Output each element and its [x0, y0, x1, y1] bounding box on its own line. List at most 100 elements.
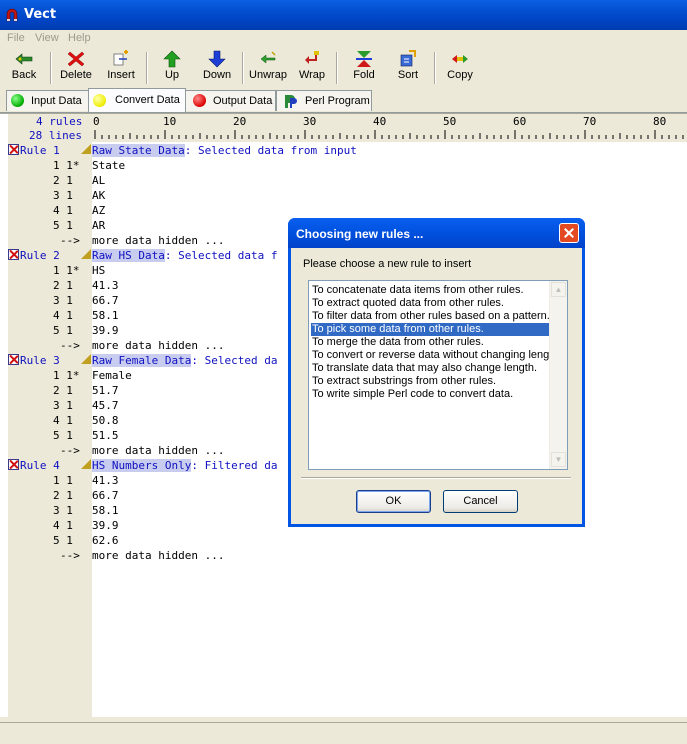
- rule-fold-triangle-icon[interactable]: [81, 459, 91, 469]
- row-value[interactable]: 39.9: [92, 323, 119, 338]
- delete-rule-icon[interactable]: [8, 459, 19, 470]
- rule-fold-triangle-icon[interactable]: [81, 354, 91, 364]
- ruler-label: 10: [163, 115, 176, 128]
- ruler-label: 30: [303, 115, 316, 128]
- rule-label: Rule 3: [20, 354, 60, 367]
- rule-option[interactable]: To pick some data from other rules.: [311, 323, 550, 336]
- toolbar-separator: [50, 52, 52, 84]
- rule-description: : Filtered da: [191, 459, 278, 472]
- row-number: 3 1: [53, 189, 73, 202]
- tab-convert-data[interactable]: Convert Data: [88, 88, 186, 112]
- down-button[interactable]: Down: [200, 50, 234, 86]
- row-number: 5 1: [53, 534, 73, 547]
- rule-fold-triangle-icon[interactable]: [81, 249, 91, 259]
- tab-output-data[interactable]: Output Data: [184, 90, 276, 111]
- ruler-label: 50: [443, 115, 456, 128]
- rule-option[interactable]: To write simple Perl code to convert dat…: [311, 388, 550, 401]
- more-data-hidden[interactable]: more data hidden ...: [92, 338, 224, 353]
- delete-rule-icon[interactable]: [8, 144, 19, 155]
- row-value[interactable]: Female: [92, 368, 132, 383]
- copy-button[interactable]: Copy: [444, 50, 476, 86]
- row-value[interactable]: 50.8: [92, 413, 119, 428]
- rule-label: Rule 4: [20, 459, 60, 472]
- more-data-hidden[interactable]: more data hidden ...: [92, 548, 224, 563]
- menu-view[interactable]: View: [35, 32, 59, 44]
- rule-header[interactable]: Raw HS Data: Selected data f: [92, 248, 277, 263]
- tab-strip: Input Data Convert Data Output Data Perl…: [0, 88, 687, 113]
- sort-icon: [400, 50, 416, 67]
- delete-button[interactable]: Delete: [58, 50, 94, 86]
- insert-button[interactable]: Insert: [104, 50, 138, 86]
- tab-perl-program[interactable]: Perl Program: [276, 90, 372, 111]
- ruler-label: 80: [653, 115, 666, 128]
- row-value[interactable]: 41.3: [92, 473, 119, 488]
- ok-button[interactable]: OK: [356, 490, 431, 513]
- row-value[interactable]: HS: [92, 263, 105, 278]
- menu-help[interactable]: Help: [68, 32, 91, 44]
- row-value[interactable]: 51.7: [92, 383, 119, 398]
- rule-header[interactable]: HS Numbers Only: Filtered da: [92, 458, 277, 473]
- row-value[interactable]: AZ: [92, 203, 105, 218]
- rule-option[interactable]: To merge the data from other rules.: [311, 336, 550, 349]
- row-value[interactable]: 66.7: [92, 488, 119, 503]
- row-number: 4 1: [53, 519, 73, 532]
- delete-rule-icon[interactable]: [8, 249, 19, 260]
- rule-fold-triangle-icon[interactable]: [81, 144, 91, 154]
- row-value[interactable]: 41.3: [92, 278, 119, 293]
- row-value[interactable]: AK: [92, 188, 105, 203]
- rule-option[interactable]: To convert or reverse data without chang…: [311, 349, 550, 362]
- ruler-label: 60: [513, 115, 526, 128]
- row-value[interactable]: 45.7: [92, 398, 119, 413]
- dialog-body: Please choose a new rule to insert To co…: [291, 248, 582, 524]
- rule-header[interactable]: Raw State Data: Selected data from input: [92, 143, 357, 158]
- row-value[interactable]: 58.1: [92, 503, 119, 518]
- rule-option[interactable]: To concatenate data items from other rul…: [311, 284, 550, 297]
- cancel-button[interactable]: Cancel: [443, 490, 518, 513]
- back-button[interactable]: Back: [8, 50, 40, 86]
- row-value[interactable]: 39.9: [92, 518, 119, 533]
- more-arrow: -->: [60, 234, 80, 247]
- more-data-hidden[interactable]: more data hidden ...: [92, 233, 224, 248]
- rule-label: Rule 1: [20, 144, 60, 157]
- row-value[interactable]: 62.6: [92, 533, 119, 548]
- rule-type-list[interactable]: To concatenate data items from other rul…: [308, 280, 568, 470]
- rule-option[interactable]: To filter data from other rules based on…: [311, 310, 550, 323]
- close-icon[interactable]: [559, 223, 579, 243]
- rule-description: : Selected da: [191, 354, 278, 367]
- menu-bar: File View Help: [0, 30, 687, 48]
- menu-file[interactable]: File: [7, 32, 25, 44]
- row-value[interactable]: 66.7: [92, 293, 119, 308]
- more-data-hidden[interactable]: more data hidden ...: [92, 443, 224, 458]
- row-number: 4 1: [53, 309, 73, 322]
- scroll-up-icon[interactable]: ▲: [551, 282, 566, 297]
- list-scrollbar[interactable]: ▲ ▼: [549, 281, 567, 469]
- delete-rule-icon[interactable]: [8, 354, 19, 365]
- insert-icon: [113, 50, 128, 66]
- rule-option[interactable]: To translate data that may also change l…: [311, 362, 550, 375]
- row-value[interactable]: State: [92, 158, 125, 173]
- rule-header[interactable]: Raw Female Data: Selected da: [92, 353, 277, 368]
- sort-button[interactable]: Sort: [394, 50, 422, 86]
- unwrap-button[interactable]: Unwrap: [248, 50, 288, 86]
- rules-count: 4 rules: [36, 115, 83, 128]
- more-arrow: -->: [60, 339, 80, 352]
- rule-option[interactable]: To extract quoted data from other rules.: [311, 297, 550, 310]
- ruler-label: 20: [233, 115, 246, 128]
- rule-option[interactable]: To extract substrings from other rules.: [311, 375, 550, 388]
- status-bar: [0, 722, 687, 744]
- rule-description: : Selected data from input: [184, 144, 357, 157]
- tab-input-data[interactable]: Input Data: [6, 90, 90, 111]
- lines-count: 28 lines: [29, 129, 82, 142]
- line-gutter: [8, 114, 92, 718]
- row-value[interactable]: AL: [92, 173, 105, 188]
- up-button[interactable]: Up: [158, 50, 186, 86]
- wrap-icon: [305, 51, 319, 64]
- dialog-title: Choosing new rules ...: [296, 227, 424, 241]
- wrap-button[interactable]: Wrap: [296, 50, 328, 86]
- dialog-prompt: Please choose a new rule to insert: [303, 258, 472, 270]
- row-value[interactable]: 58.1: [92, 308, 119, 323]
- fold-button[interactable]: Fold: [350, 50, 378, 86]
- row-value[interactable]: 51.5: [92, 428, 119, 443]
- row-value[interactable]: AR: [92, 218, 105, 233]
- scroll-down-icon[interactable]: ▼: [551, 452, 566, 467]
